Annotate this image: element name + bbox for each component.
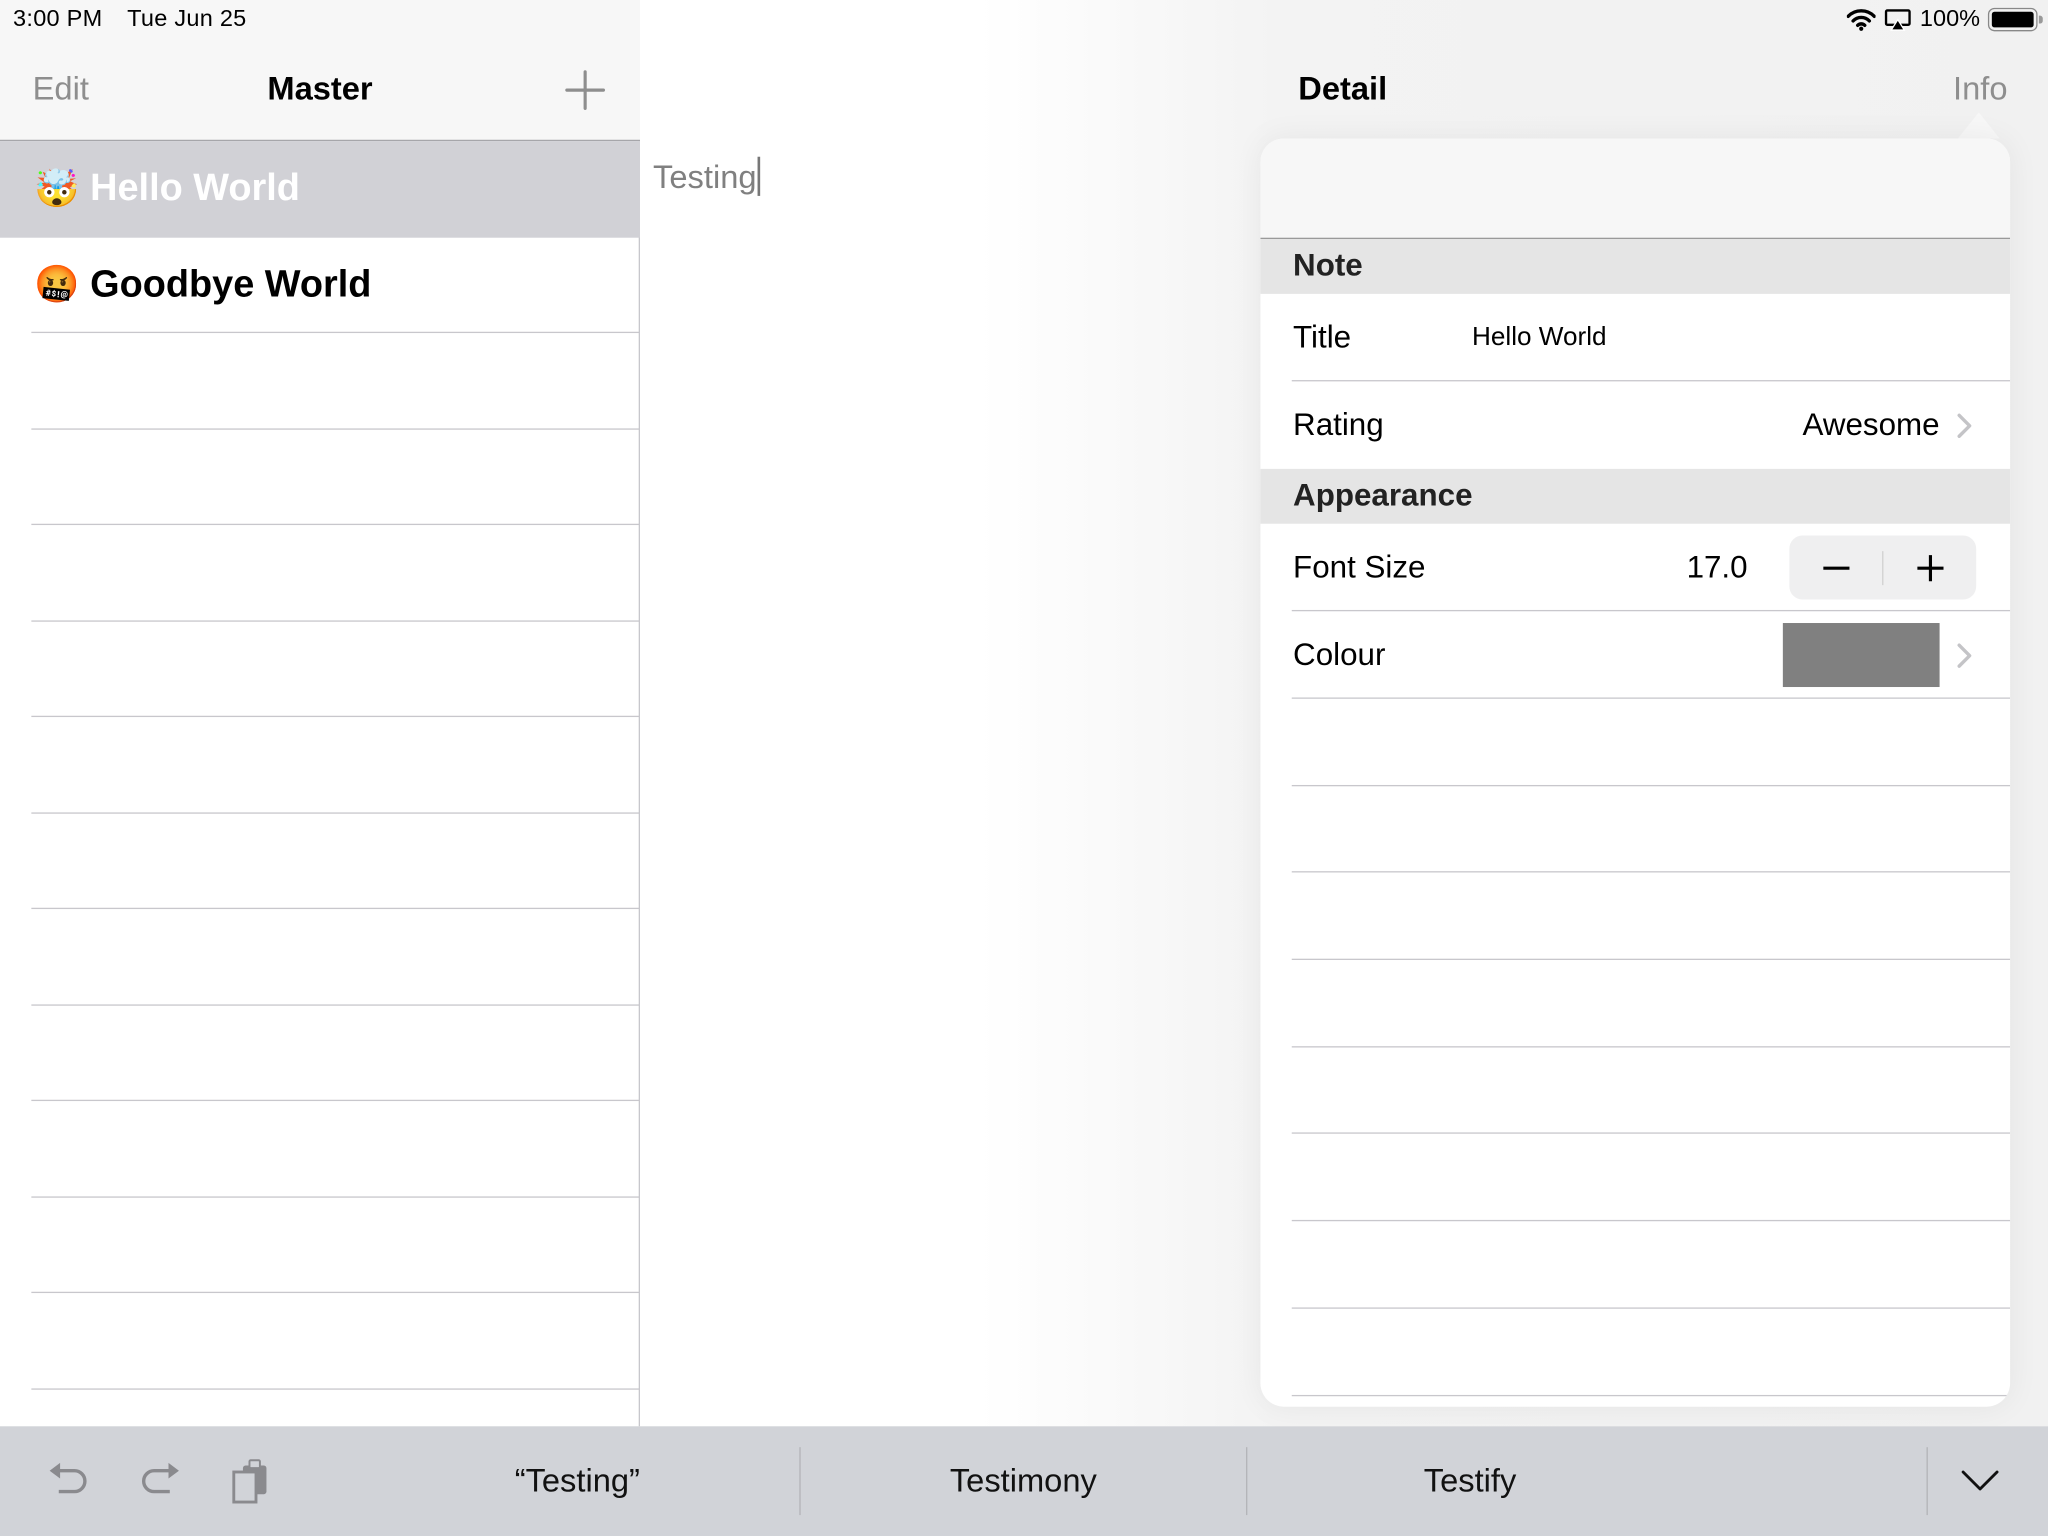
section-header-note: Note	[1260, 239, 2011, 294]
empty-table-row	[1260, 1221, 2011, 1309]
font-size-value: 17.0	[1686, 549, 1748, 585]
suggestion-testify[interactable]: Testify	[1247, 1426, 1692, 1536]
empty-list-row	[0, 717, 640, 813]
note-text-view[interactable]: Testing	[653, 156, 761, 197]
empty-table-row	[1260, 960, 2011, 1047]
status-date: Tue Jun 25	[127, 5, 247, 32]
font-size-stepper	[1789, 535, 1977, 600]
list-item-hello-world[interactable]: 🤯 Hello World	[0, 141, 640, 238]
empty-list-row	[0, 1197, 640, 1293]
empty-table-row	[1260, 699, 2011, 786]
list-item-label: Goodbye World	[90, 263, 372, 306]
airplay-icon	[1884, 8, 1911, 31]
chevron-down-icon	[1961, 1470, 1999, 1491]
empty-list-row	[0, 621, 640, 717]
chevron-right-icon	[1957, 412, 1972, 438]
suggestion-quoted[interactable]: “Testing”	[355, 1426, 799, 1536]
list-item-goodbye-world[interactable]: 🤬 Goodbye World	[0, 237, 640, 333]
empty-list-row	[0, 525, 640, 621]
popover-header	[1260, 138, 2011, 240]
colour-swatch[interactable]	[1782, 623, 1940, 688]
master-pane: Edit Master 🤯 Hello World 🤬 Goodbye Worl…	[0, 0, 640, 1427]
empty-table-row	[1260, 1134, 2011, 1221]
suggestion-testimony[interactable]: Testimony	[801, 1426, 1246, 1536]
keyboard-shortcut-bar: “Testing” Testimony Testify	[0, 1426, 2048, 1536]
redo-button[interactable]	[136, 1458, 183, 1505]
empty-list-row	[0, 909, 640, 1005]
colour-label: Colour	[1293, 636, 1386, 672]
battery-percent: 100%	[1919, 5, 1981, 32]
empty-table-row	[1260, 1047, 2011, 1134]
empty-list-row	[0, 813, 640, 909]
note-text: Testing	[653, 159, 757, 196]
font-size-cell: Font Size 17.0	[1260, 524, 2011, 612]
ipad-screen: Edit Master 🤯 Hello World 🤬 Goodbye Worl…	[0, 0, 2048, 1536]
font-size-label: Font Size	[1293, 549, 1426, 585]
chevron-right-icon	[1957, 642, 1972, 668]
dismiss-divider	[1926, 1447, 1928, 1516]
empty-table-row	[1260, 873, 2011, 960]
info-popover: Note Title Hello World Rating Awesome Ap…	[1260, 138, 2011, 1407]
status-time: 3:00 PM	[13, 5, 103, 32]
detail-title: Detail	[1298, 70, 1388, 108]
minus-icon	[1822, 565, 1849, 570]
empty-list-row	[0, 1293, 640, 1389]
popover-arrow	[1957, 112, 2000, 139]
rating-value: Awesome	[1802, 406, 1940, 443]
empty-list-row	[0, 1005, 640, 1101]
exploding-head-emoji-icon: 🤯	[33, 168, 80, 209]
colour-cell[interactable]: Colour	[1260, 611, 2011, 699]
paste-button[interactable]	[227, 1458, 274, 1505]
redo-icon	[142, 1462, 179, 1494]
status-bar: 3:00 PM Tue Jun 25 100%	[0, 0, 2048, 42]
add-button[interactable]	[563, 68, 607, 112]
battery-icon	[1987, 7, 2043, 31]
increment-button[interactable]	[1883, 536, 1976, 600]
empty-list-row	[0, 1101, 640, 1197]
notes-list: 🤯 Hello World 🤬 Goodbye World	[0, 141, 640, 1389]
master-title: Master	[267, 70, 373, 108]
info-button[interactable]: Info	[1953, 71, 2007, 109]
plus-icon	[1916, 554, 1943, 581]
plus-icon	[565, 70, 605, 110]
undo-button[interactable]	[46, 1458, 93, 1505]
title-field[interactable]: Hello World	[1472, 323, 1607, 353]
text-cursor	[757, 156, 761, 196]
rating-cell[interactable]: Rating Awesome	[1260, 381, 2010, 469]
paste-icon	[232, 1459, 267, 1504]
title-cell: Title Hello World	[1260, 294, 2011, 382]
empty-list-row	[0, 333, 640, 429]
rating-label: Rating	[1293, 406, 1384, 443]
section-header-appearance: Appearance	[1260, 468, 2011, 524]
empty-list-row	[0, 429, 640, 525]
empty-table-row	[1260, 1308, 2011, 1396]
cursing-face-emoji-icon: 🤬	[33, 264, 80, 305]
wifi-icon	[1846, 8, 1876, 31]
decrement-button[interactable]	[1789, 536, 1882, 600]
dismiss-keyboard-button[interactable]	[1957, 1460, 2004, 1507]
undo-icon	[49, 1462, 87, 1494]
empty-table-row	[1260, 786, 2011, 873]
battery-level	[1991, 11, 2034, 27]
list-item-label: Hello World	[90, 167, 300, 210]
title-label: Title	[1293, 319, 1352, 355]
